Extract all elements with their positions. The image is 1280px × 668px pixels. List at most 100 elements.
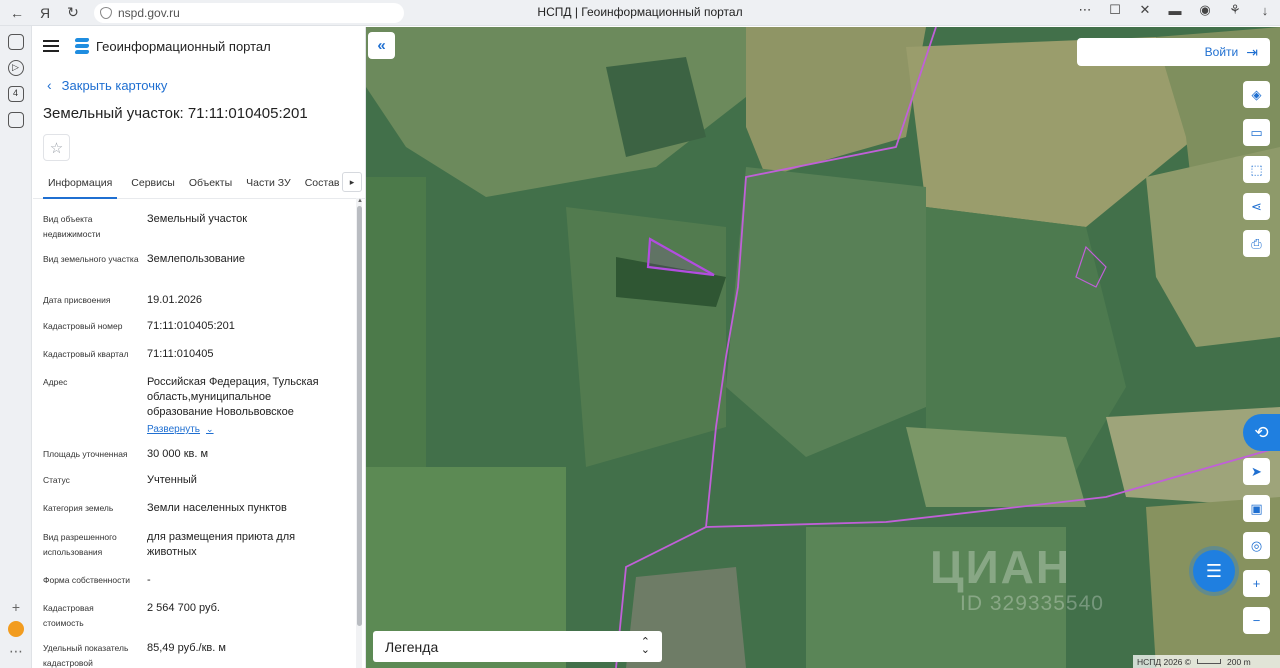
- map-view[interactable]: [366, 27, 1280, 668]
- legend-label: Легенда: [385, 638, 439, 655]
- more-icon[interactable]: ⋯: [1076, 2, 1094, 18]
- chat-icon: ☰: [1205, 560, 1223, 581]
- star-icon: ☆: [49, 139, 64, 157]
- play-icon[interactable]: ▷: [7, 60, 24, 76]
- brand-title: Геоинформационный портал: [96, 38, 271, 54]
- row-label: Форма собственности: [43, 575, 130, 585]
- extension-icon[interactable]: ✕: [1136, 2, 1154, 18]
- login-icon: ⇥: [1246, 43, 1258, 60]
- favorite-button[interactable]: ☆: [43, 134, 70, 161]
- login-button[interactable]: Войти ⇥: [1077, 38, 1270, 66]
- minimap-button[interactable]: ▣: [1243, 495, 1270, 522]
- geolocation-button[interactable]: ◎: [1243, 532, 1270, 559]
- address-text: Российская Федерация, Тульская область,м…: [147, 376, 319, 418]
- tab-parts[interactable]: Части ЗУ: [246, 171, 291, 199]
- row-value: 85,49 руб./кв. м: [147, 642, 226, 654]
- layers-icon: ◈: [1251, 86, 1262, 102]
- shield-icon: [100, 6, 112, 19]
- row-label: Кадастровый квартал: [43, 349, 129, 359]
- scale-label: 200 m: [1227, 656, 1251, 667]
- close-card-link[interactable]: ‹ Закрыть карточку: [47, 77, 365, 93]
- tab-services[interactable]: Сервисы: [131, 171, 175, 199]
- row-label: Площадь уточненная: [43, 449, 128, 459]
- layers-button[interactable]: ◈: [1243, 81, 1270, 108]
- chevron-down-icon: ⌄: [206, 424, 214, 434]
- alice-icon[interactable]: ◉: [1196, 2, 1214, 18]
- cloud-icon[interactable]: ▬: [1166, 3, 1184, 18]
- row-value: 71:11:010405: [147, 348, 214, 360]
- reload-icon[interactable]: ↻: [62, 2, 84, 24]
- expand-link[interactable]: Развернуть ⌄: [147, 422, 214, 437]
- tab-composition[interactable]: Состав: [305, 171, 340, 199]
- row-value: Земли населенных пунктов: [147, 502, 287, 514]
- print-button[interactable]: ⎙: [1243, 230, 1270, 257]
- row-value: 2 564 700 руб.: [147, 602, 220, 614]
- map-attribution: НСПД 2026 © 200 m: [1133, 655, 1280, 668]
- ruler-icon: ▭: [1250, 124, 1263, 140]
- menu-icon[interactable]: [43, 40, 59, 52]
- browser-sidebar: ▷ 4 + ⋯: [0, 26, 32, 668]
- chat-button[interactable]: ☰: [1193, 550, 1235, 592]
- assistant-button[interactable]: ⟲: [1243, 414, 1280, 451]
- login-label: Войти: [1204, 45, 1239, 59]
- bookmark-icon[interactable]: ☐: [1106, 2, 1124, 18]
- url-text: nspd.gov.ru: [118, 5, 180, 20]
- scroll-up-icon[interactable]: ▲: [357, 198, 363, 204]
- row-label: Вид земельного участка: [43, 254, 139, 264]
- row-label: Кадастровая стоимость: [43, 603, 94, 628]
- back-icon[interactable]: ←: [6, 2, 28, 24]
- chevron-left-icon: ‹: [47, 77, 52, 93]
- legend-dropdown[interactable]: Легенда ⌃ ⌄: [373, 631, 662, 662]
- tabs-next-button[interactable]: ▸: [342, 172, 362, 192]
- location-pin-icon: ◎: [1250, 537, 1263, 553]
- tab-info[interactable]: Информация: [43, 171, 118, 199]
- badge-icon[interactable]: 4: [7, 86, 24, 102]
- row-value: Учтенный: [147, 474, 197, 486]
- zoom-in-button[interactable]: +: [1243, 570, 1270, 597]
- sidebar-bottom: + ⋯: [0, 599, 32, 660]
- attribution-text: НСПД 2026 ©: [1137, 656, 1192, 667]
- more-dots-icon[interactable]: ⋯: [0, 643, 32, 660]
- screenshot-icon[interactable]: [7, 112, 24, 128]
- row-label: Категория земель: [43, 503, 114, 513]
- locate-button[interactable]: ➤: [1243, 458, 1270, 485]
- zoom-out-button[interactable]: −: [1243, 607, 1270, 634]
- collapse-panel-button[interactable]: «: [368, 32, 395, 59]
- row-label: Дата присвоения: [43, 295, 111, 305]
- expand-collapse-icon: ⌃ ⌄: [640, 636, 650, 656]
- page-title: Земельный участок: 71:11:010405:201: [43, 105, 308, 122]
- row-value: Землепользование: [147, 253, 246, 265]
- tab-bar: Информация Сервисы Объекты Части ЗУ Сост…: [33, 171, 365, 199]
- share-button[interactable]: ⋖: [1243, 193, 1270, 220]
- ruler-button[interactable]: ▭: [1243, 119, 1270, 146]
- info-panel: Геоинформационный портал ‹ Закрыть карто…: [33, 27, 366, 668]
- row-value: 71:11:010405:201: [147, 320, 235, 332]
- puzzle-icon[interactable]: ⚘: [1226, 2, 1244, 18]
- row-label: Статус: [43, 475, 70, 485]
- row-value: 30 000 кв. м: [147, 448, 209, 460]
- scale-bar: [1197, 659, 1222, 664]
- double-chevron-left-icon: «: [377, 37, 386, 54]
- row-label: Вид объекта недвижимости: [43, 214, 101, 239]
- scrollbar-thumb[interactable]: [357, 206, 362, 626]
- minus-icon: −: [1252, 613, 1261, 628]
- print-icon: ⎙: [1251, 235, 1262, 251]
- download-icon[interactable]: ↓: [1256, 3, 1274, 18]
- row-value: 19.01.2026: [147, 294, 203, 306]
- avatar[interactable]: [8, 621, 24, 637]
- row-value: Земельный участок: [147, 213, 248, 225]
- address-bar[interactable]: nspd.gov.ru: [94, 2, 404, 23]
- collections-icon[interactable]: [7, 34, 24, 50]
- share-icon: ⋖: [1251, 198, 1262, 214]
- row-label: Кадастровый номер: [43, 321, 123, 331]
- close-card-label: Закрыть карточку: [61, 77, 168, 93]
- row-label: Адрес: [43, 377, 68, 387]
- minimap-icon: ▣: [1250, 500, 1263, 516]
- watermark: ЦИАН: [930, 541, 1072, 593]
- add-icon[interactable]: +: [0, 599, 32, 615]
- select-area-button[interactable]: ⬚: [1243, 156, 1270, 183]
- navigation-icon: ➤: [1251, 463, 1262, 479]
- tab-objects[interactable]: Объекты: [189, 171, 232, 199]
- yandex-icon[interactable]: Я: [34, 2, 56, 24]
- expand-label: Развернуть: [147, 424, 201, 435]
